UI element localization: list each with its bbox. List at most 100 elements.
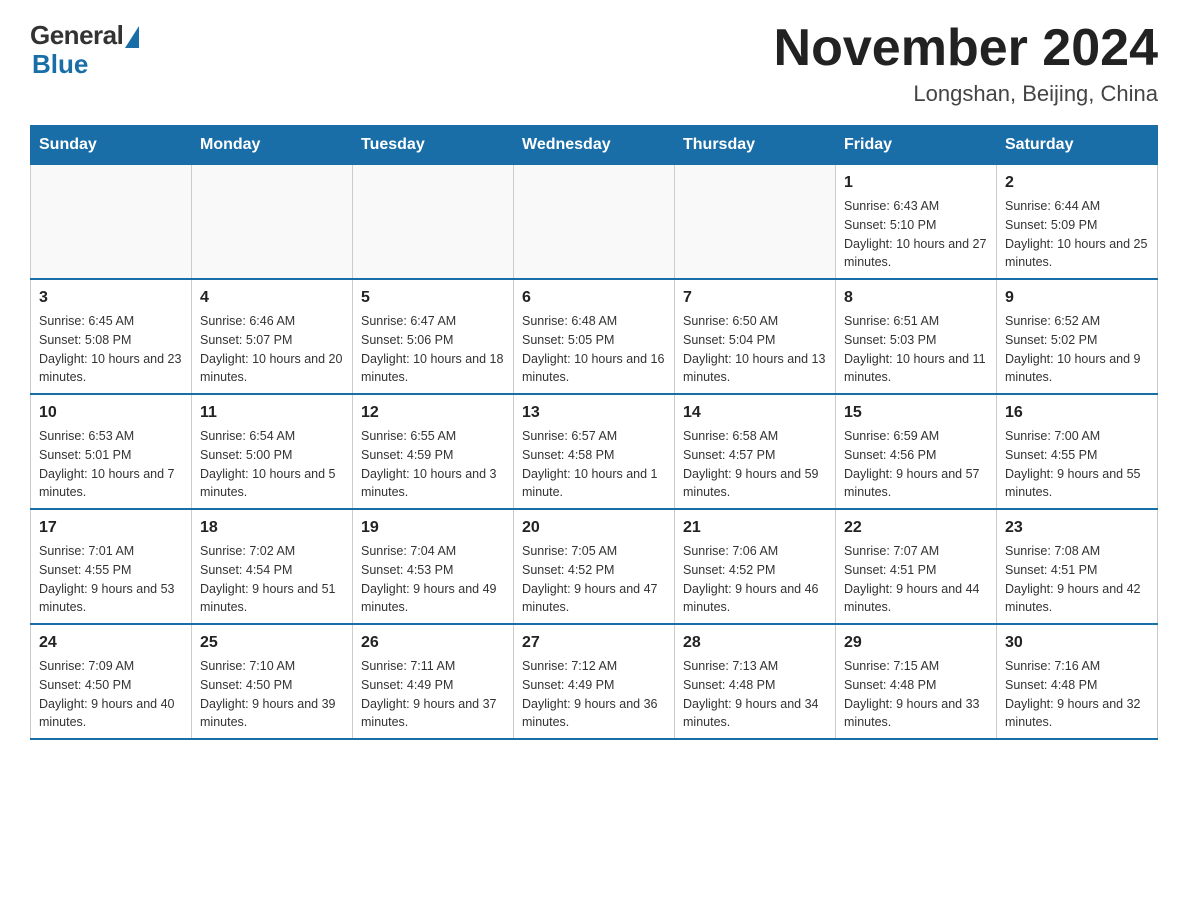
daylight-text: Daylight: 10 hours and 16 minutes. bbox=[522, 352, 664, 385]
calendar-cell: 13Sunrise: 6:57 AMSunset: 4:58 PMDayligh… bbox=[514, 394, 675, 509]
sunset-text: Sunset: 5:03 PM bbox=[844, 333, 936, 347]
calendar-cell: 21Sunrise: 7:06 AMSunset: 4:52 PMDayligh… bbox=[675, 509, 836, 624]
sunrise-text: Sunrise: 7:02 AM bbox=[200, 544, 295, 558]
day-number: 13 bbox=[522, 401, 666, 425]
calendar-cell: 23Sunrise: 7:08 AMSunset: 4:51 PMDayligh… bbox=[997, 509, 1158, 624]
daylight-text: Daylight: 9 hours and 53 minutes. bbox=[39, 582, 175, 615]
header-wednesday: Wednesday bbox=[514, 126, 675, 165]
sunset-text: Sunset: 4:51 PM bbox=[1005, 563, 1097, 577]
daylight-text: Daylight: 9 hours and 37 minutes. bbox=[361, 697, 497, 730]
calendar-cell: 17 Sunrise: 7:01 AM Sunset: 4:55 PM Dayligh… bbox=[31, 509, 192, 624]
logo: General Blue bbox=[30, 20, 139, 80]
calendar-cell bbox=[192, 165, 353, 280]
calendar-cell bbox=[675, 165, 836, 280]
day-number: 25 bbox=[200, 631, 344, 655]
day-number: 11 bbox=[200, 401, 344, 425]
day-number: 22 bbox=[844, 516, 988, 540]
sunset-text: Sunset: 4:59 PM bbox=[361, 448, 453, 462]
sunset-text: Sunset: 4:52 PM bbox=[683, 563, 775, 577]
sunset-text: Sunset: 5:05 PM bbox=[522, 333, 614, 347]
page-header: General Blue November 2024 Longshan, Bei… bbox=[30, 20, 1158, 107]
daylight-text: Daylight: 9 hours and 42 minutes. bbox=[1005, 582, 1141, 615]
calendar-cell: 27Sunrise: 7:12 AMSunset: 4:49 PMDayligh… bbox=[514, 624, 675, 739]
sunrise-text: Sunrise: 7:16 AM bbox=[1005, 659, 1100, 673]
sunset-text: Sunset: 4:50 PM bbox=[200, 678, 292, 692]
sunset-text: Sunset: 4:57 PM bbox=[683, 448, 775, 462]
weekday-header-row: SundayMondayTuesdayWednesdayThursdayFrid… bbox=[31, 126, 1158, 165]
day-number: 17 bbox=[39, 516, 183, 540]
location-title: Longshan, Beijing, China bbox=[774, 81, 1158, 107]
sunset-text: Sunset: 4:48 PM bbox=[1005, 678, 1097, 692]
sunset-text: Sunset: 4:55 PM bbox=[39, 563, 131, 577]
daylight-text: Daylight: 10 hours and 18 minutes. bbox=[361, 352, 503, 385]
calendar-cell bbox=[353, 165, 514, 280]
daylight-text: Daylight: 10 hours and 3 minutes. bbox=[361, 467, 497, 500]
daylight-text: Daylight: 9 hours and 47 minutes. bbox=[522, 582, 658, 615]
header-tuesday: Tuesday bbox=[353, 126, 514, 165]
sunrise-text: Sunrise: 6:52 AM bbox=[1005, 314, 1100, 328]
day-number: 26 bbox=[361, 631, 505, 655]
sunrise-text: Sunrise: 7:11 AM bbox=[361, 659, 455, 673]
calendar-cell: 18Sunrise: 7:02 AMSunset: 4:54 PMDayligh… bbox=[192, 509, 353, 624]
daylight-text: Daylight: 10 hours and 7 minutes. bbox=[39, 467, 175, 500]
day-number: 4 bbox=[200, 286, 344, 310]
calendar-cell: 28Sunrise: 7:13 AMSunset: 4:48 PMDayligh… bbox=[675, 624, 836, 739]
sunset-text: Sunset: 4:54 PM bbox=[200, 563, 292, 577]
calendar-cell: 11Sunrise: 6:54 AMSunset: 5:00 PMDayligh… bbox=[192, 394, 353, 509]
sunrise-text: Sunrise: 7:09 AM bbox=[39, 659, 134, 673]
sunrise-text: Sunrise: 6:51 AM bbox=[844, 314, 939, 328]
daylight-text: Daylight: 9 hours and 40 minutes. bbox=[39, 697, 175, 730]
daylight-text: Daylight: 10 hours and 9 minutes. bbox=[1005, 352, 1141, 385]
logo-general-text: General bbox=[30, 20, 123, 51]
week-row-1: 1Sunrise: 6:43 AMSunset: 5:10 PMDaylight… bbox=[31, 165, 1158, 280]
day-number: 30 bbox=[1005, 631, 1149, 655]
daylight-text: Daylight: 10 hours and 1 minute. bbox=[522, 467, 658, 500]
calendar-cell: 25Sunrise: 7:10 AMSunset: 4:50 PMDayligh… bbox=[192, 624, 353, 739]
day-number: 3 bbox=[39, 286, 183, 310]
calendar-cell: 1Sunrise: 6:43 AMSunset: 5:10 PMDaylight… bbox=[836, 165, 997, 280]
daylight-text: Daylight: 9 hours and 59 minutes. bbox=[683, 467, 819, 500]
sunset-text: Sunset: 5:09 PM bbox=[1005, 218, 1097, 232]
sunrise-text: Sunrise: 6:57 AM bbox=[522, 429, 617, 443]
calendar-cell: 22Sunrise: 7:07 AMSunset: 4:51 PMDayligh… bbox=[836, 509, 997, 624]
sunset-text: Sunset: 5:10 PM bbox=[844, 218, 936, 232]
day-number: 23 bbox=[1005, 516, 1149, 540]
sunset-text: Sunset: 4:50 PM bbox=[39, 678, 131, 692]
sunrise-text: Sunrise: 6:55 AM bbox=[361, 429, 456, 443]
title-section: November 2024 Longshan, Beijing, China bbox=[774, 20, 1158, 107]
calendar-cell: 29Sunrise: 7:15 AMSunset: 4:48 PMDayligh… bbox=[836, 624, 997, 739]
daylight-text: Daylight: 9 hours and 55 minutes. bbox=[1005, 467, 1141, 500]
header-saturday: Saturday bbox=[997, 126, 1158, 165]
logo-triangle-icon bbox=[125, 26, 139, 48]
calendar-cell: 24Sunrise: 7:09 AMSunset: 4:50 PMDayligh… bbox=[31, 624, 192, 739]
sunrise-text: Sunrise: 6:58 AM bbox=[683, 429, 778, 443]
week-row-2: 3Sunrise: 6:45 AMSunset: 5:08 PMDaylight… bbox=[31, 279, 1158, 394]
day-number: 10 bbox=[39, 401, 183, 425]
daylight-text: Daylight: 10 hours and 25 minutes. bbox=[1005, 237, 1147, 270]
calendar-cell: 7Sunrise: 6:50 AMSunset: 5:04 PMDaylight… bbox=[675, 279, 836, 394]
sunset-text: Sunset: 5:00 PM bbox=[200, 448, 292, 462]
sunset-text: Sunset: 4:53 PM bbox=[361, 563, 453, 577]
sunrise-text: Sunrise: 7:13 AM bbox=[683, 659, 778, 673]
sunrise-text: Sunrise: 6:44 AM bbox=[1005, 199, 1100, 213]
daylight-text: Daylight: 9 hours and 34 minutes. bbox=[683, 697, 819, 730]
sunset-text: Sunset: 4:48 PM bbox=[683, 678, 775, 692]
day-number: 5 bbox=[361, 286, 505, 310]
sunrise-text: Sunrise: 6:50 AM bbox=[683, 314, 778, 328]
sunrise-text: Sunrise: 7:07 AM bbox=[844, 544, 939, 558]
daylight-text: Daylight: 10 hours and 23 minutes. bbox=[39, 352, 181, 385]
daylight-text: Daylight: 9 hours and 39 minutes. bbox=[200, 697, 336, 730]
daylight-text: Daylight: 10 hours and 13 minutes. bbox=[683, 352, 825, 385]
sunrise-text: Sunrise: 6:48 AM bbox=[522, 314, 617, 328]
sunrise-text: Sunrise: 6:45 AM bbox=[39, 314, 134, 328]
daylight-text: Daylight: 10 hours and 27 minutes. bbox=[844, 237, 986, 270]
daylight-text: Daylight: 9 hours and 33 minutes. bbox=[844, 697, 980, 730]
sunrise-text: Sunrise: 7:15 AM bbox=[844, 659, 939, 673]
sunset-text: Sunset: 4:55 PM bbox=[1005, 448, 1097, 462]
sunrise-text: Sunrise: 6:43 AM bbox=[844, 199, 939, 213]
day-number: 21 bbox=[683, 516, 827, 540]
sunrise-text: Sunrise: 7:01 AM bbox=[39, 544, 134, 558]
calendar-cell: 26Sunrise: 7:11 AMSunset: 4:49 PMDayligh… bbox=[353, 624, 514, 739]
daylight-text: Daylight: 9 hours and 44 minutes. bbox=[844, 582, 980, 615]
calendar-cell: 3Sunrise: 6:45 AMSunset: 5:08 PMDaylight… bbox=[31, 279, 192, 394]
